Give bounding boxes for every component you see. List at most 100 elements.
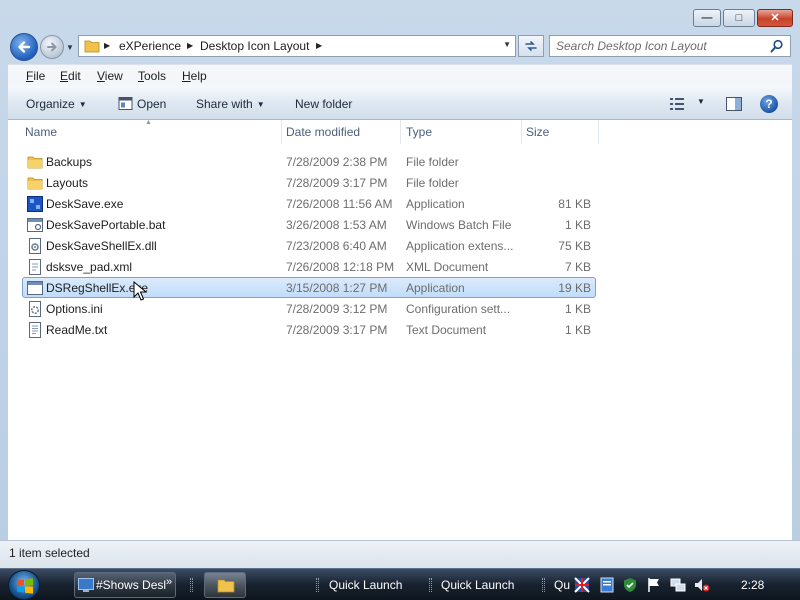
ini-icon	[27, 301, 43, 317]
forward-arrow-icon	[47, 42, 57, 52]
file-type: Application	[406, 281, 465, 295]
file-date-modified: 7/26/2008 11:56 AM	[286, 197, 393, 211]
menu-tools[interactable]: Tools	[138, 69, 166, 83]
address-dropdown-icon[interactable]: ▼	[503, 40, 511, 49]
maximize-button[interactable]: □	[723, 9, 755, 27]
file-size: 1 KB	[564, 323, 591, 337]
open-icon	[118, 97, 133, 110]
back-button[interactable]	[10, 33, 38, 61]
file-type: Configuration sett...	[406, 302, 511, 316]
column-header-row: Name ▲ Date modified Type Size	[8, 119, 792, 144]
file-size: 75 KB	[558, 239, 591, 253]
file-type: File folder	[406, 155, 459, 169]
explorer-window: — □ ✕ ▼ ▶ eXPerience ▶ Desktop Icon Layo…	[0, 0, 800, 568]
search-icon[interactable]	[770, 39, 784, 53]
new-folder-button[interactable]: New folder	[295, 97, 352, 111]
action-center-flag-icon[interactable]	[646, 577, 662, 593]
toolbar-grip[interactable]	[429, 578, 432, 592]
minimize-icon: —	[701, 12, 713, 24]
file-list: Name ▲ Date modified Type Size Backups 7/…	[8, 119, 792, 540]
chevron-right-icon[interactable]: »	[166, 576, 172, 588]
column-header-date-modified[interactable]: Date modified	[281, 120, 401, 144]
quick-launch-toolbar[interactable]: Qu	[554, 578, 570, 592]
menu-bar: File Edit View Tools Help	[8, 64, 792, 86]
file-name: DeskSaveShellEx.dll	[46, 239, 157, 253]
file-size: 7 KB	[564, 260, 591, 274]
app-icon	[27, 196, 43, 212]
open-button[interactable]: Open	[137, 97, 166, 111]
file-row[interactable]: DeskSaveShellEx.dll 7/23/2008 6:40 AM Appl…	[22, 235, 596, 256]
column-header-type[interactable]: Type	[401, 120, 522, 144]
title-bar[interactable]: — □ ✕	[0, 0, 800, 30]
address-bar[interactable]: ▶ eXPerience ▶ Desktop Icon Layout ▶ ▼	[78, 35, 516, 57]
file-row[interactable]: Backups 7/28/2009 2:38 PM File folder	[22, 151, 596, 172]
quick-launch-toolbar[interactable]: Quick Launch	[441, 578, 514, 592]
menu-file[interactable]: File	[26, 69, 45, 83]
sort-ascending-icon: ▲	[145, 119, 152, 126]
file-row[interactable]: Layouts 7/28/2009 3:17 PM File folder	[22, 172, 596, 193]
file-type: Application extens...	[406, 239, 514, 253]
desktop-icon	[78, 578, 94, 592]
preview-pane-button[interactable]	[724, 95, 744, 113]
file-type: Application	[406, 197, 465, 211]
menu-edit[interactable]: Edit	[60, 69, 81, 83]
file-size: 81 KB	[558, 197, 591, 211]
toolbar-grip[interactable]	[316, 578, 319, 592]
minimize-button[interactable]: —	[693, 9, 721, 27]
file-type: File folder	[406, 176, 459, 190]
file-name: dsksve_pad.xml	[46, 260, 133, 274]
organize-button[interactable]: Organize ▼	[26, 97, 87, 112]
security-shield-icon[interactable]	[622, 577, 638, 593]
xml-icon	[27, 259, 43, 275]
chevron-down-icon: ▼	[256, 100, 265, 109]
menu-view[interactable]: View	[97, 69, 123, 83]
breadcrumb-item[interactable]: eXPerience	[119, 39, 181, 53]
file-date-modified: 7/28/2009 2:38 PM	[286, 155, 388, 169]
taskbar-button-explorer[interactable]	[204, 572, 246, 598]
file-row[interactable]: DSRegShellEx.exe 3/15/2008 1:27 PM Applica…	[22, 277, 596, 298]
file-row[interactable]: DeskSave.exe 7/26/2008 11:56 AM Applicatio…	[22, 193, 596, 214]
back-arrow-icon	[18, 41, 31, 53]
close-button[interactable]: ✕	[757, 9, 793, 27]
document-icon[interactable]	[599, 577, 615, 593]
search-box[interactable]	[549, 35, 791, 57]
menu-help[interactable]: Help	[182, 69, 207, 83]
change-view-button[interactable]: ▼	[669, 95, 711, 113]
language-bar-icon[interactable]	[574, 577, 590, 593]
file-row[interactable]: DeskSavePortable.bat 3/26/2008 1:53 AM Win…	[22, 214, 596, 235]
file-size: 19 KB	[558, 281, 591, 295]
column-header-size[interactable]: Size	[521, 120, 599, 144]
maximize-icon: □	[735, 12, 743, 24]
forward-button[interactable]	[40, 35, 64, 59]
recent-pages-dropdown-icon[interactable]: ▼	[66, 43, 74, 52]
file-row[interactable]: ReadMe.txt 7/28/2009 3:17 PM Text Document…	[22, 319, 596, 340]
file-size: 1 KB	[564, 218, 591, 232]
toolbar-grip[interactable]	[190, 578, 193, 592]
chevron-down-icon: ▼	[697, 97, 705, 106]
folder-icon	[84, 40, 100, 53]
breadcrumb-separator-icon[interactable]: ▶	[316, 39, 322, 53]
file-row[interactable]: dsksve_pad.xml 7/26/2008 12:18 PM XML Docu…	[22, 256, 596, 277]
close-icon: ✕	[770, 12, 780, 24]
breadcrumb-separator-icon[interactable]: ▶	[104, 39, 110, 53]
network-icon[interactable]	[670, 577, 686, 593]
search-input[interactable]	[556, 38, 766, 54]
refresh-button[interactable]	[518, 35, 544, 57]
help-button[interactable]: ?	[760, 95, 778, 113]
breadcrumb-item[interactable]: Desktop Icon Layout	[200, 39, 309, 53]
file-name: Layouts	[46, 176, 89, 190]
text-icon	[27, 322, 43, 338]
file-row[interactable]: Options.ini 7/28/2009 3:12 PM Configuratio…	[22, 298, 596, 319]
start-button[interactable]	[8, 570, 40, 600]
taskbar-button-label: #Shows Desl	[96, 578, 167, 592]
folder-icon	[217, 579, 235, 593]
toolbar-grip[interactable]	[542, 578, 545, 592]
taskbar-button-shows-desktop[interactable]: #Shows Desl	[74, 572, 176, 598]
folder-icon	[27, 154, 43, 170]
file-name: DeskSavePortable.bat	[46, 218, 166, 232]
share-with-button[interactable]: Share with ▼	[196, 97, 265, 112]
volume-muted-icon[interactable]	[694, 577, 710, 593]
system-clock[interactable]: 2:28	[741, 578, 764, 592]
breadcrumb-separator-icon[interactable]: ▶	[187, 39, 193, 53]
quick-launch-toolbar[interactable]: Quick Launch	[329, 578, 402, 592]
